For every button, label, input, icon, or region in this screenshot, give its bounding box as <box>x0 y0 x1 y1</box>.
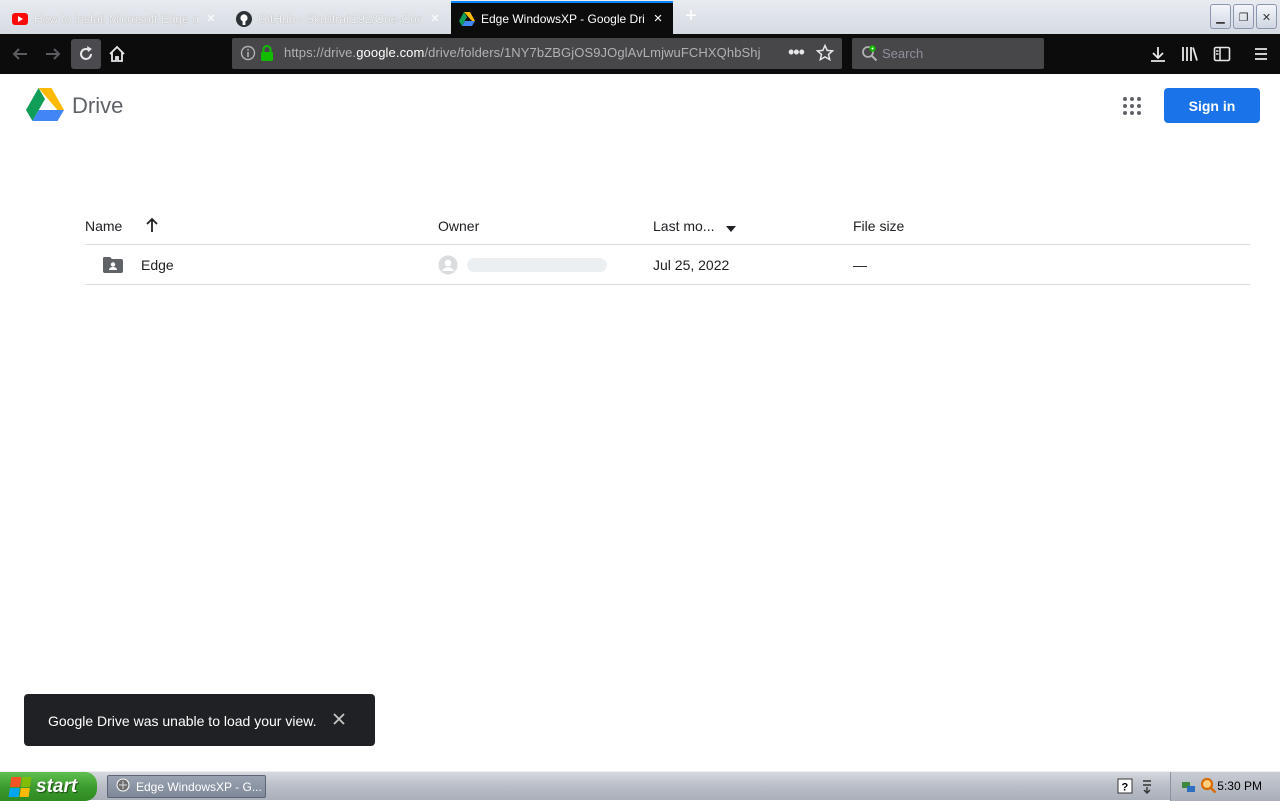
home-icon[interactable] <box>102 39 132 69</box>
youtube-icon <box>12 11 28 27</box>
error-toast: Google Drive was unable to load your vie… <box>24 694 375 746</box>
file-name[interactable]: Edge <box>141 257 174 273</box>
url-text[interactable]: https://drive.google.com/drive/folders/1… <box>284 45 761 60</box>
file-size: — <box>853 257 867 273</box>
column-header-name[interactable]: Name <box>85 218 122 234</box>
start-button[interactable]: start <box>0 772 97 801</box>
address-bar[interactable]: https://drive.google.com/drive/folders/1… <box>232 38 842 69</box>
shared-folder-icon <box>103 257 123 276</box>
github-icon <box>236 10 252 27</box>
column-label: Owner <box>438 218 480 234</box>
owner-name-placeholder <box>467 258 607 272</box>
network-icon[interactable] <box>1181 778 1197 799</box>
search-tray-icon[interactable] <box>1200 777 1218 800</box>
tab-github[interactable]: GitHub - Skulltrail192/One-Core-A × <box>228 3 450 34</box>
close-window-icon[interactable]: ✕ <box>1256 4 1277 29</box>
file-list-header: Name Owner Last mo... File size <box>85 205 1250 245</box>
sidebar-icon[interactable] <box>1213 45 1231 68</box>
navigation-toolbar: https://drive.google.com/drive/folders/1… <box>0 34 1280 74</box>
system-tray: 5:30 PM <box>1170 772 1280 801</box>
url-path: /drive/folders/1NY7bZBGjOS9JOglAvLmjwuFC… <box>424 45 761 60</box>
drive-header: Drive Sign in <box>0 74 1280 136</box>
forward-icon[interactable] <box>38 39 68 69</box>
search-bar[interactable] <box>852 38 1044 69</box>
dropdown-arrow-icon[interactable] <box>726 219 737 235</box>
info-icon[interactable] <box>240 45 256 66</box>
new-tab-icon[interactable]: + <box>680 6 702 28</box>
table-row[interactable]: Edge Jul 25, 2022 — <box>85 245 1250 285</box>
start-label: start <box>36 775 78 797</box>
tab-title: Edge WindowsXP - Google Drive <box>481 11 645 26</box>
minimize-icon[interactable]: ▁ <box>1210 4 1231 29</box>
lock-icon[interactable] <box>260 44 274 67</box>
taskbar: start Edge WindowsXP - G... ? 5:30 PM <box>0 771 1280 801</box>
taskbar-window-title: Edge WindowsXP - G... <box>136 779 262 794</box>
reload-icon[interactable] <box>71 39 101 69</box>
tab-strip: How to install Microsoft Edge on W × Git… <box>0 0 1280 34</box>
column-header-last-modified[interactable]: Last mo... <box>653 218 737 235</box>
tab-title: GitHub - Skulltrail192/One-Core-A <box>258 11 422 26</box>
tray-arrow-icon[interactable] <box>1141 777 1153 800</box>
sign-in-button[interactable]: Sign in <box>1164 88 1260 123</box>
back-icon[interactable] <box>5 39 35 69</box>
browser-icon <box>116 778 130 795</box>
downloads-icon[interactable] <box>1149 45 1167 68</box>
svg-text:?: ? <box>1122 782 1129 794</box>
system-clock[interactable]: 5:30 PM <box>1217 779 1262 793</box>
google-drive-icon <box>459 11 475 27</box>
google-apps-icon[interactable] <box>1120 94 1144 118</box>
column-label: File size <box>853 218 905 234</box>
tab-youtube[interactable]: How to install Microsoft Edge on W × <box>4 3 226 34</box>
close-tab-icon[interactable]: × <box>428 11 442 26</box>
url-host: google.com <box>356 45 425 60</box>
toast-message: Google Drive was unable to load your vie… <box>48 713 317 729</box>
windows-logo-icon <box>8 776 32 797</box>
close-tab-icon[interactable]: × <box>651 11 665 26</box>
file-list: Name Owner Last mo... File size Edge Jul… <box>85 205 1250 285</box>
file-modified: Jul 25, 2022 <box>653 257 730 273</box>
sort-ascending-icon[interactable] <box>145 217 159 236</box>
column-label: Name <box>85 218 123 234</box>
column-header-file-size[interactable]: File size <box>853 218 904 234</box>
page-actions-icon[interactable]: ••• <box>788 42 805 63</box>
url-prefix: https://drive. <box>284 45 357 60</box>
google-drive-logo[interactable] <box>26 88 64 127</box>
owner-avatar-icon <box>438 255 458 278</box>
taskbar-window-button[interactable]: Edge WindowsXP - G... <box>107 775 266 798</box>
close-icon[interactable] <box>329 710 349 730</box>
tab-google-drive[interactable]: Edge WindowsXP - Google Drive × <box>451 1 673 34</box>
search-icon <box>861 45 879 68</box>
help-icon[interactable]: ? <box>1117 778 1133 799</box>
window-controls: ▁ ❐ ✕ <box>1210 4 1277 29</box>
drive-title[interactable]: Drive <box>72 93 123 119</box>
tab-title: How to install Microsoft Edge on W <box>34 11 198 26</box>
column-label: Last mo... <box>653 218 715 234</box>
menu-icon[interactable] <box>1252 45 1270 68</box>
bookmark-star-icon[interactable] <box>815 43 835 67</box>
restore-icon[interactable]: ❐ <box>1233 4 1254 29</box>
search-input[interactable] <box>882 44 1032 62</box>
library-icon[interactable] <box>1181 45 1199 68</box>
close-tab-icon[interactable]: × <box>204 11 218 26</box>
column-header-owner[interactable]: Owner <box>438 218 479 234</box>
